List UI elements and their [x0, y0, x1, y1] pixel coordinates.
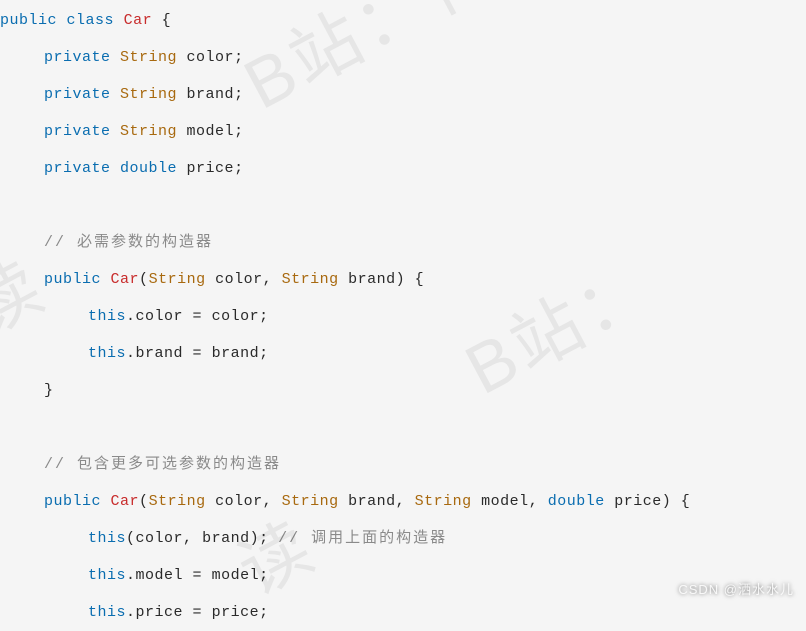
semicolon: ; — [259, 567, 269, 584]
brace-close: } — [44, 382, 54, 399]
param-color: color — [206, 271, 263, 288]
comma: , — [263, 271, 282, 288]
keyword-public: public — [0, 12, 57, 29]
keyword-this: this — [88, 530, 126, 547]
equals: = — [183, 345, 212, 362]
type-string: String — [120, 49, 177, 66]
code-line: this(color, brand); // 调用上面的构造器 — [0, 520, 806, 557]
semicolon: ; — [234, 49, 244, 66]
class-name: Car — [124, 12, 153, 29]
semicolon: ; — [259, 308, 269, 325]
type-string: String — [282, 493, 339, 510]
var-ref: color — [212, 308, 260, 325]
code-line: public Car(String color, String brand, S… — [0, 483, 806, 520]
credit-text: CSDN @洒水水儿 — [678, 571, 794, 608]
param-price: price — [605, 493, 662, 510]
param-brand: brand — [339, 493, 396, 510]
brace-open: { — [405, 271, 424, 288]
code-line: } — [0, 372, 806, 409]
arg-brand: brand — [202, 530, 250, 547]
keyword-public: public — [44, 493, 101, 510]
field-brand: brand — [177, 86, 234, 103]
type-string: String — [120, 86, 177, 103]
field-ref: brand — [136, 345, 184, 362]
type-string: String — [415, 493, 472, 510]
paren-close: ) — [662, 493, 672, 510]
blank-line — [0, 187, 806, 224]
comma: , — [263, 493, 282, 510]
code-line: public class Car { — [0, 2, 806, 39]
semicolon: ; — [234, 86, 244, 103]
field-model: model — [177, 123, 234, 140]
keyword-this: this — [88, 308, 126, 325]
semicolon: ; — [259, 345, 269, 362]
keyword-this: this — [88, 567, 126, 584]
code-line: // 必需参数的构造器 — [0, 224, 806, 261]
code-line: this.brand = brand; — [0, 335, 806, 372]
code-block: public class Car { private String color;… — [0, 2, 806, 631]
dot: . — [126, 345, 136, 362]
semicolon: ; — [234, 160, 244, 177]
code-line: private String model; — [0, 113, 806, 150]
brace-open: { — [671, 493, 690, 510]
type-double: double — [548, 493, 605, 510]
keyword-private: private — [44, 123, 111, 140]
keyword-class: class — [67, 12, 115, 29]
code-line: public Car(String color, String brand) { — [0, 261, 806, 298]
param-model: model — [472, 493, 529, 510]
comment: // 必需参数的构造器 — [44, 234, 213, 251]
equals: = — [183, 567, 212, 584]
keyword-private: private — [44, 86, 111, 103]
code-line: private double price; — [0, 150, 806, 187]
type-string: String — [149, 271, 206, 288]
space — [269, 530, 279, 547]
comment: // 调用上面的构造器 — [278, 530, 447, 547]
keyword-public: public — [44, 271, 101, 288]
blank-line — [0, 409, 806, 446]
var-ref: price — [212, 604, 260, 621]
var-ref: brand — [212, 345, 260, 362]
comma: , — [529, 493, 548, 510]
code-line: private String color; — [0, 39, 806, 76]
type-string: String — [149, 493, 206, 510]
field-ref: model — [136, 567, 184, 584]
equals: = — [183, 308, 212, 325]
paren-open: ( — [139, 271, 149, 288]
keyword-this: this — [88, 604, 126, 621]
equals: = — [183, 604, 212, 621]
dot: . — [126, 567, 136, 584]
code-line: private String brand; — [0, 76, 806, 113]
keyword-private: private — [44, 49, 111, 66]
arg-color: color — [136, 530, 184, 547]
semicolon: ; — [234, 123, 244, 140]
field-ref: price — [136, 604, 184, 621]
brace-open: { — [152, 12, 171, 29]
code-line: // 包含更多可选参数的构造器 — [0, 446, 806, 483]
paren-close: ) — [396, 271, 406, 288]
keyword-private: private — [44, 160, 111, 177]
type-string: String — [120, 123, 177, 140]
type-double: double — [120, 160, 177, 177]
field-price: price — [177, 160, 234, 177]
dot: . — [126, 308, 136, 325]
code-line: this.color = color; — [0, 298, 806, 335]
semicolon: ; — [259, 530, 269, 547]
type-string: String — [282, 271, 339, 288]
field-ref: color — [136, 308, 184, 325]
param-color: color — [206, 493, 263, 510]
dot: . — [126, 604, 136, 621]
comma: , — [396, 493, 415, 510]
field-color: color — [177, 49, 234, 66]
paren-open: ( — [126, 530, 136, 547]
constructor-name: Car — [111, 493, 140, 510]
constructor-name: Car — [111, 271, 140, 288]
comment: // 包含更多可选参数的构造器 — [44, 456, 281, 473]
param-brand: brand — [339, 271, 396, 288]
comma: , — [183, 530, 202, 547]
paren-open: ( — [139, 493, 149, 510]
var-ref: model — [212, 567, 260, 584]
keyword-this: this — [88, 345, 126, 362]
semicolon: ; — [259, 604, 269, 621]
paren-close: ) — [250, 530, 260, 547]
